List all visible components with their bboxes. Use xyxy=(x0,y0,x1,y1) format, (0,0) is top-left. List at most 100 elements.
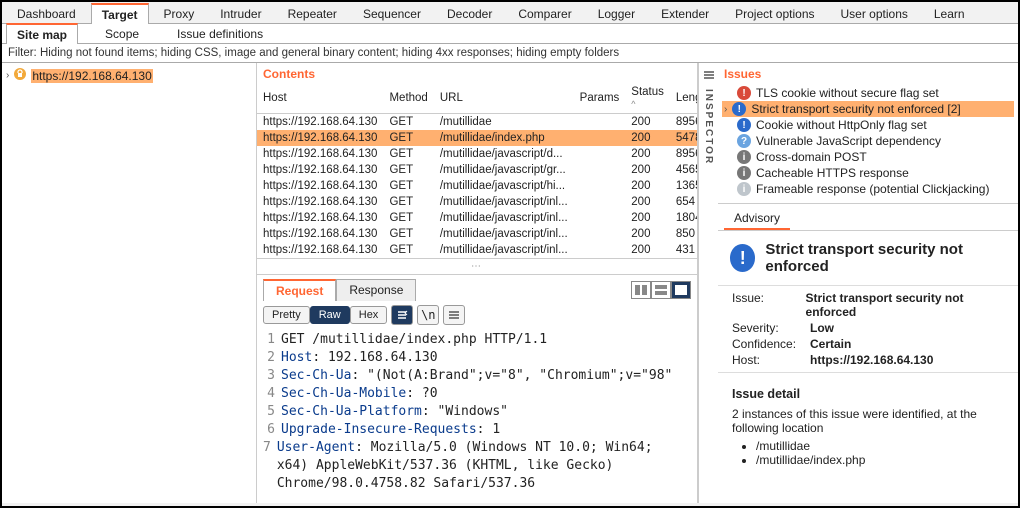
line-number: 7 xyxy=(263,439,277,493)
issue-detail-heading: Issue detail xyxy=(732,387,1004,401)
table-row[interactable]: https://192.168.64.130GET/mutillidae/jav… xyxy=(257,242,697,258)
chevron-right-icon[interactable]: › xyxy=(724,104,727,115)
cell-host: https://192.168.64.130 xyxy=(257,226,383,242)
raw-line: 6Upgrade-Insecure-Requests: 1 xyxy=(263,421,691,439)
table-row[interactable]: https://192.168.64.130GET/mutillidae/jav… xyxy=(257,194,697,210)
issue-row[interactable]: ›!Strict transport security not enforced… xyxy=(722,101,1014,117)
workspace: › https://192.168.64.130 Contents HostMe… xyxy=(2,63,1018,503)
contents-title: Contents xyxy=(257,63,697,83)
table-row[interactable]: https://192.168.64.130GET/mutillidae/jav… xyxy=(257,146,697,162)
main-tab-bar: DashboardTargetProxyIntruderRepeaterSequ… xyxy=(2,2,1018,24)
tab-decoder[interactable]: Decoder xyxy=(436,3,503,23)
cell-status: 200 xyxy=(625,162,670,178)
issue-row[interactable]: iCross-domain POST xyxy=(722,149,1014,165)
layout-rows-icon[interactable] xyxy=(651,281,671,299)
cell-status: 200 xyxy=(625,130,670,146)
line-code: GET /mutillidae/index.php HTTP/1.1 xyxy=(281,331,547,349)
inspector-rail[interactable]: INSPECTOR xyxy=(698,63,718,503)
tab-extender[interactable]: Extender xyxy=(650,3,720,23)
tab-proxy[interactable]: Proxy xyxy=(153,3,206,23)
table-row[interactable]: https://192.168.64.130GET/mutillidae/jav… xyxy=(257,226,697,242)
tab-comparer[interactable]: Comparer xyxy=(507,3,582,23)
tab-intruder[interactable]: Intruder xyxy=(209,3,272,23)
tab-sequencer[interactable]: Sequencer xyxy=(352,3,432,23)
issue-row[interactable]: iCacheable HTTPS response xyxy=(722,165,1014,181)
tab-learn[interactable]: Learn xyxy=(923,3,976,23)
col-url[interactable]: URL xyxy=(434,83,574,114)
cell-params xyxy=(574,210,626,226)
filter-bar[interactable]: Filter: Hiding not found items; hiding C… xyxy=(2,44,1018,63)
tab-dashboard[interactable]: Dashboard xyxy=(6,3,87,23)
cell-method: GET xyxy=(383,194,433,210)
line-wrap-icon[interactable]: \n xyxy=(417,305,439,325)
table-row[interactable]: https://192.168.64.130GET/mutillidae2008… xyxy=(257,114,697,131)
raw-line: 7User-Agent: Mozilla/5.0 (Windows NT 10.… xyxy=(263,439,691,493)
splitter-handle[interactable]: ⋯ xyxy=(257,258,697,275)
cell-params xyxy=(574,146,626,162)
tab-project-options[interactable]: Project options xyxy=(724,3,825,23)
col-params[interactable]: Params xyxy=(574,83,626,114)
cell-url: /mutillidae/javascript/inl... xyxy=(434,242,574,258)
layout-columns-icon[interactable] xyxy=(631,281,651,299)
tab-request[interactable]: Request xyxy=(263,279,336,301)
tab-target[interactable]: Target xyxy=(91,3,149,24)
cell-host: https://192.168.64.130 xyxy=(257,146,383,162)
cell-url: /mutillidae/javascript/d... xyxy=(434,146,574,162)
site-tree-pane: › https://192.168.64.130 xyxy=(2,63,257,503)
subtab-issue-definitions[interactable]: Issue definitions xyxy=(166,23,274,43)
contents-table[interactable]: HostMethodURLParamsStatusLengthMIME type… xyxy=(257,83,697,258)
cell-length: 54785 xyxy=(670,130,697,146)
subtab-scope[interactable]: Scope xyxy=(94,23,150,43)
mode-hex[interactable]: Hex xyxy=(350,306,388,324)
table-row[interactable]: https://192.168.64.130GET/mutillidae/jav… xyxy=(257,162,697,178)
lock-icon xyxy=(13,67,27,84)
issue-row[interactable]: ?Vulnerable JavaScript dependency xyxy=(722,133,1014,149)
layout-single-icon[interactable] xyxy=(671,281,691,299)
chevron-right-icon[interactable]: › xyxy=(6,70,9,81)
meta-label: Issue: xyxy=(732,291,798,319)
instance-item: /mutillidae/index.php xyxy=(756,453,1004,467)
meta-label: Severity: xyxy=(732,321,802,335)
col-host[interactable]: Host xyxy=(257,83,383,114)
severity-icon: ! xyxy=(737,118,751,132)
tab-user-options[interactable]: User options xyxy=(830,3,919,23)
cell-host: https://192.168.64.130 xyxy=(257,114,383,131)
issue-label: Strict transport security not enforced [… xyxy=(751,102,960,116)
layout-toggle-group xyxy=(631,281,691,299)
issues-pane: Issues !TLS cookie without secure flag s… xyxy=(718,63,1018,503)
issue-row[interactable]: !Cookie without HttpOnly flag set xyxy=(722,117,1014,133)
severity-icon: ? xyxy=(737,134,751,148)
table-row[interactable]: https://192.168.64.130GET/mutillidae/jav… xyxy=(257,210,697,226)
tree-root-node[interactable]: › https://192.168.64.130 xyxy=(6,67,252,84)
subtab-site-map[interactable]: Site map xyxy=(6,23,78,44)
mode-raw[interactable]: Raw xyxy=(310,306,350,324)
line-code: Sec-Ch-Ua-Platform: "Windows" xyxy=(281,403,508,421)
col-method[interactable]: Method xyxy=(383,83,433,114)
cell-host: https://192.168.64.130 xyxy=(257,178,383,194)
hamburger-icon[interactable] xyxy=(443,305,465,325)
instance-item: /mutillidae xyxy=(756,439,1004,453)
issues-list[interactable]: !TLS cookie without secure flag set›!Str… xyxy=(718,83,1018,204)
col-status[interactable]: Status xyxy=(625,83,670,114)
advisory-meta: Issue:Strict transport security not enfo… xyxy=(718,285,1018,373)
tab-response[interactable]: Response xyxy=(336,279,416,301)
cell-length: 4565 xyxy=(670,162,697,178)
raw-line: 5Sec-Ch-Ua-Platform: "Windows" xyxy=(263,403,691,421)
table-row[interactable]: https://192.168.64.130GET/mutillidae/ind… xyxy=(257,130,697,146)
cell-status: 200 xyxy=(625,178,670,194)
hamburger-icon[interactable] xyxy=(703,69,715,83)
tab-advisory[interactable]: Advisory xyxy=(724,208,790,230)
col-length[interactable]: Length xyxy=(670,83,697,114)
meta-label: Confidence: xyxy=(732,337,802,351)
table-row[interactable]: https://192.168.64.130GET/mutillidae/jav… xyxy=(257,178,697,194)
cell-url: /mutillidae xyxy=(434,114,574,131)
sub-tab-bar: Site map Scope Issue definitions xyxy=(2,24,1018,44)
raw-request-viewer[interactable]: 1GET /mutillidae/index.php HTTP/1.12Host… xyxy=(257,329,697,503)
mode-pretty[interactable]: Pretty xyxy=(263,306,310,324)
cell-method: GET xyxy=(383,178,433,194)
toggle-options-icon[interactable] xyxy=(391,305,413,325)
tab-repeater[interactable]: Repeater xyxy=(277,3,348,23)
issue-row[interactable]: !TLS cookie without secure flag set xyxy=(722,85,1014,101)
issue-row[interactable]: iFrameable response (potential Clickjack… xyxy=(722,181,1014,197)
tab-logger[interactable]: Logger xyxy=(587,3,646,23)
